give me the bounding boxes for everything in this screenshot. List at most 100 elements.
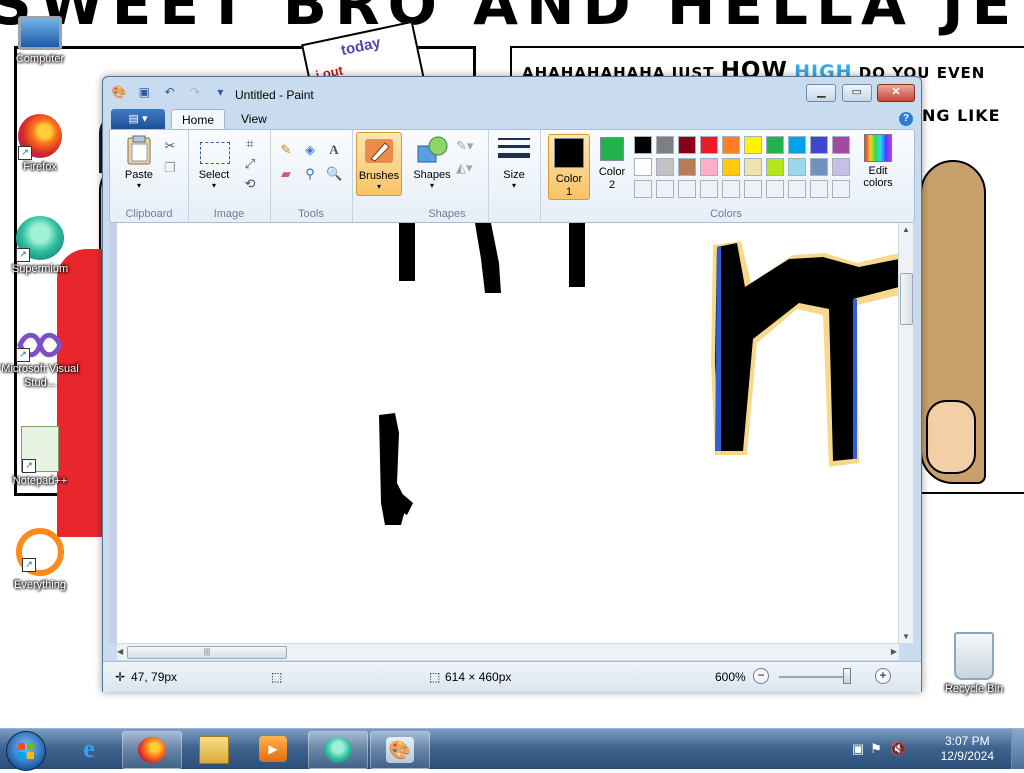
crop-icon[interactable]: ⌗ [242,136,258,152]
palette-color-swatch[interactable] [788,158,806,176]
size-button[interactable]: Size ▾ [492,134,536,190]
color-1-button[interactable]: Color 1 [548,134,590,200]
close-button[interactable]: ✕ [877,84,915,102]
palette-color-swatch[interactable] [832,158,850,176]
copy-icon[interactable]: ❐ [162,160,178,176]
palette-color-swatch[interactable] [678,136,696,154]
help-icon[interactable]: ? [899,112,913,126]
scroll-up-icon[interactable]: ▲ [902,225,910,234]
edit-colors-button[interactable]: Edit colors [856,134,900,189]
palette-color-swatch[interactable] [700,136,718,154]
palette-color-swatch[interactable] [722,158,740,176]
network-icon[interactable]: ▣ [850,741,866,757]
palette-color-swatch[interactable] [700,158,718,176]
palette-color-swatch[interactable] [634,136,652,154]
eraser-icon[interactable]: ▰ [278,166,294,182]
desktop-icon-recycle-bin[interactable]: Recycle Bin [934,632,1014,696]
paint-app-icon[interactable]: 🎨 [111,84,127,100]
cut-icon[interactable]: ✂ [162,138,178,154]
undo-icon[interactable]: ↶ [162,84,178,100]
desktop-icon-visual-studio[interactable]: ↗ Microsoft Visual Stud... [0,320,80,390]
zoom-slider-thumb[interactable] [843,668,851,684]
palette-color-swatch[interactable] [678,158,696,176]
desktop-icon-everything[interactable]: ↗ Everything [0,528,80,592]
scroll-left-icon[interactable]: ◀ [117,647,123,656]
palette-color-swatch[interactable] [722,136,740,154]
palette-custom-slot[interactable] [810,180,828,198]
file-menu-button[interactable]: ▤ ▾ [111,109,165,129]
palette-color-swatch[interactable] [634,158,652,176]
palette-color-swatch[interactable] [810,158,828,176]
select-dropdown-icon[interactable]: ▾ [192,181,236,190]
select-button[interactable]: Select ▾ [192,134,236,190]
palette-custom-slot[interactable] [832,180,850,198]
zoom-in-button[interactable]: + [875,668,891,684]
vertical-scroll-thumb[interactable] [900,273,913,325]
fill-bucket-icon[interactable]: ◈ [302,142,318,158]
palette-custom-slot[interactable] [722,180,740,198]
scroll-down-icon[interactable]: ▼ [902,632,910,641]
shapes-dropdown-icon[interactable]: ▾ [410,181,454,190]
desktop-icon-notepad-plus-plus[interactable]: ↗ Notepad++ [0,426,80,488]
brushes-dropdown-icon[interactable]: ▾ [357,182,401,191]
customize-toolbar-icon[interactable]: ▾ [212,84,228,100]
clock[interactable]: 3:07 PM 12/9/2024 [941,734,994,764]
palette-color-swatch[interactable] [656,158,674,176]
palette-color-swatch[interactable] [810,136,828,154]
palette-color-swatch[interactable] [766,136,784,154]
horizontal-scrollbar[interactable]: ◀ ||| ▶ [117,643,899,660]
taskbar-paint[interactable]: 🎨 [370,731,430,769]
horizontal-scroll-thumb[interactable]: ||| [127,646,287,659]
save-icon[interactable]: ▣ [136,84,152,100]
taskbar-internet-explorer[interactable]: e [60,731,118,767]
magnifier-icon[interactable]: 🔍 [326,166,342,182]
desktop-icon-computer[interactable]: Computer [0,10,80,66]
vertical-scrollbar[interactable]: ▲ ▼ [898,223,913,643]
palette-color-swatch[interactable] [744,158,762,176]
palette-custom-slot[interactable] [766,180,784,198]
rotate-icon[interactable]: ⟲ [242,176,258,192]
tab-view[interactable]: View [231,109,277,129]
brushes-button[interactable]: Brushes ▾ [356,132,402,196]
palette-custom-slot[interactable] [678,180,696,198]
paste-button[interactable]: Paste ▾ [118,134,160,190]
palette-custom-slot[interactable] [788,180,806,198]
palette-color-swatch[interactable] [766,158,784,176]
zoom-out-button[interactable]: − [753,668,769,684]
color-2-button[interactable]: Color 2 [592,134,632,198]
color-picker-icon[interactable]: ⚲ [302,166,318,182]
palette-color-swatch[interactable] [656,136,674,154]
text-tool-icon[interactable]: A [326,142,342,158]
title-bar[interactable]: 🎨 ▣ ↶ ↷ ▾ Untitled - Paint ▁ ▭ ✕ [103,77,921,105]
minimize-button[interactable]: ▁ [806,84,837,102]
palette-color-swatch[interactable] [744,136,762,154]
taskbar-media-player[interactable]: ▶ [244,731,302,767]
palette-custom-slot[interactable] [744,180,762,198]
outline-icon[interactable]: ✎▾ [456,138,473,154]
resize-icon[interactable]: ⤢ [242,156,258,172]
shapes-button[interactable]: Shapes ▾ [410,134,454,190]
volume-muted-icon[interactable]: 🔇 [890,741,906,757]
taskbar-firefox[interactable] [122,731,182,769]
scroll-right-icon[interactable]: ▶ [891,647,897,656]
zoom-slider[interactable] [779,676,849,678]
desktop-icon-supermium[interactable]: ↗ Supermium [0,216,80,276]
maximize-button[interactable]: ▭ [841,84,872,102]
pencil-icon[interactable]: ✎ [278,142,294,158]
palette-color-swatch[interactable] [832,136,850,154]
palette-color-swatch[interactable] [788,136,806,154]
palette-custom-slot[interactable] [700,180,718,198]
show-desktop-button[interactable] [1011,729,1024,769]
desktop-icon-firefox[interactable]: ↗ Firefox [0,114,80,174]
action-center-icon[interactable]: ⚑ [868,741,884,757]
paint-window[interactable]: 🎨 ▣ ↶ ↷ ▾ Untitled - Paint ▁ ▭ ✕ ▤ ▾ Hom… [102,76,922,692]
fill-icon[interactable]: ◭▾ [456,160,473,176]
start-button[interactable] [6,731,46,771]
paste-dropdown-icon[interactable]: ▾ [118,181,160,190]
redo-icon[interactable]: ↷ [187,84,203,100]
palette-custom-slot[interactable] [634,180,652,198]
size-dropdown-icon[interactable]: ▾ [492,181,536,190]
tab-home[interactable]: Home [171,109,226,130]
taskbar-supermium[interactable] [308,731,368,769]
palette-custom-slot[interactable] [656,180,674,198]
